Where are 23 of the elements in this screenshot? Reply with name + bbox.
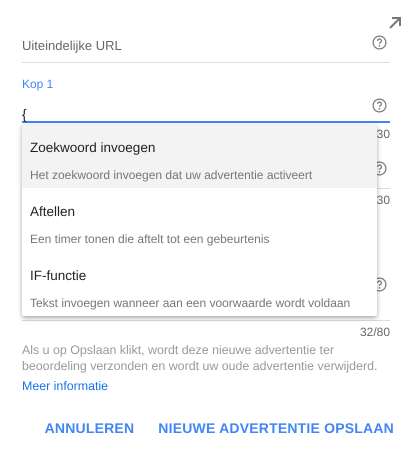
expand-arrow-icon[interactable] [388, 16, 402, 30]
input-field[interactable]: { [22, 105, 322, 123]
help-icon[interactable] [372, 98, 387, 113]
menu-item-title: Zoekwoord invoegen [30, 139, 156, 157]
menu-item-title: IF-functie [30, 267, 88, 285]
menu-item[interactable]: Zoekwoord invoegen Het zoekwoord invoegen dat uw advertentie activeert [22, 124, 377, 188]
menu-item-description: Tekst invoegen wanneer aan een voorwaarde wordt voldaan [30, 295, 352, 312]
menu-item-description: Een timer tonen die aftelt tot een gebeurtenis [30, 231, 270, 248]
more-info-link[interactable]: Meer informatie [22, 379, 108, 393]
character-counter: 30 [376, 127, 390, 141]
character-counter: 30 [376, 193, 390, 207]
character-counter: 32/80 [360, 325, 390, 339]
field-label: Kop 1 [22, 76, 54, 93]
menu-item[interactable]: IF-functie Tekst invoegen wanneer aan een voorwaarde wordt voldaan [22, 252, 377, 316]
notice-text: Als u op Opslaan klikt, wordt deze nieuwe advertentie ter beoordeling verzonden en wordt uw oude advertentie verwijderd. [22, 342, 378, 374]
text-field[interactable]: Uiteindelijke URL [22, 30, 390, 63]
menu-item-description: Het zoekwoord invoegen dat uw advertentie activeert [30, 167, 314, 184]
help-icon[interactable] [372, 35, 387, 50]
menu-item[interactable]: Aftellen Een timer tonen die aftelt tot een gebeurtenis [22, 188, 377, 252]
menu-item-title: Aftellen [30, 203, 76, 221]
save-button[interactable]: NIEUWE ADVERTENTIE OPSLAAN [146, 412, 406, 445]
cancel-button[interactable]: ANNULEREN [32, 412, 146, 445]
field-label: Uiteindelijke URL [22, 37, 122, 56]
